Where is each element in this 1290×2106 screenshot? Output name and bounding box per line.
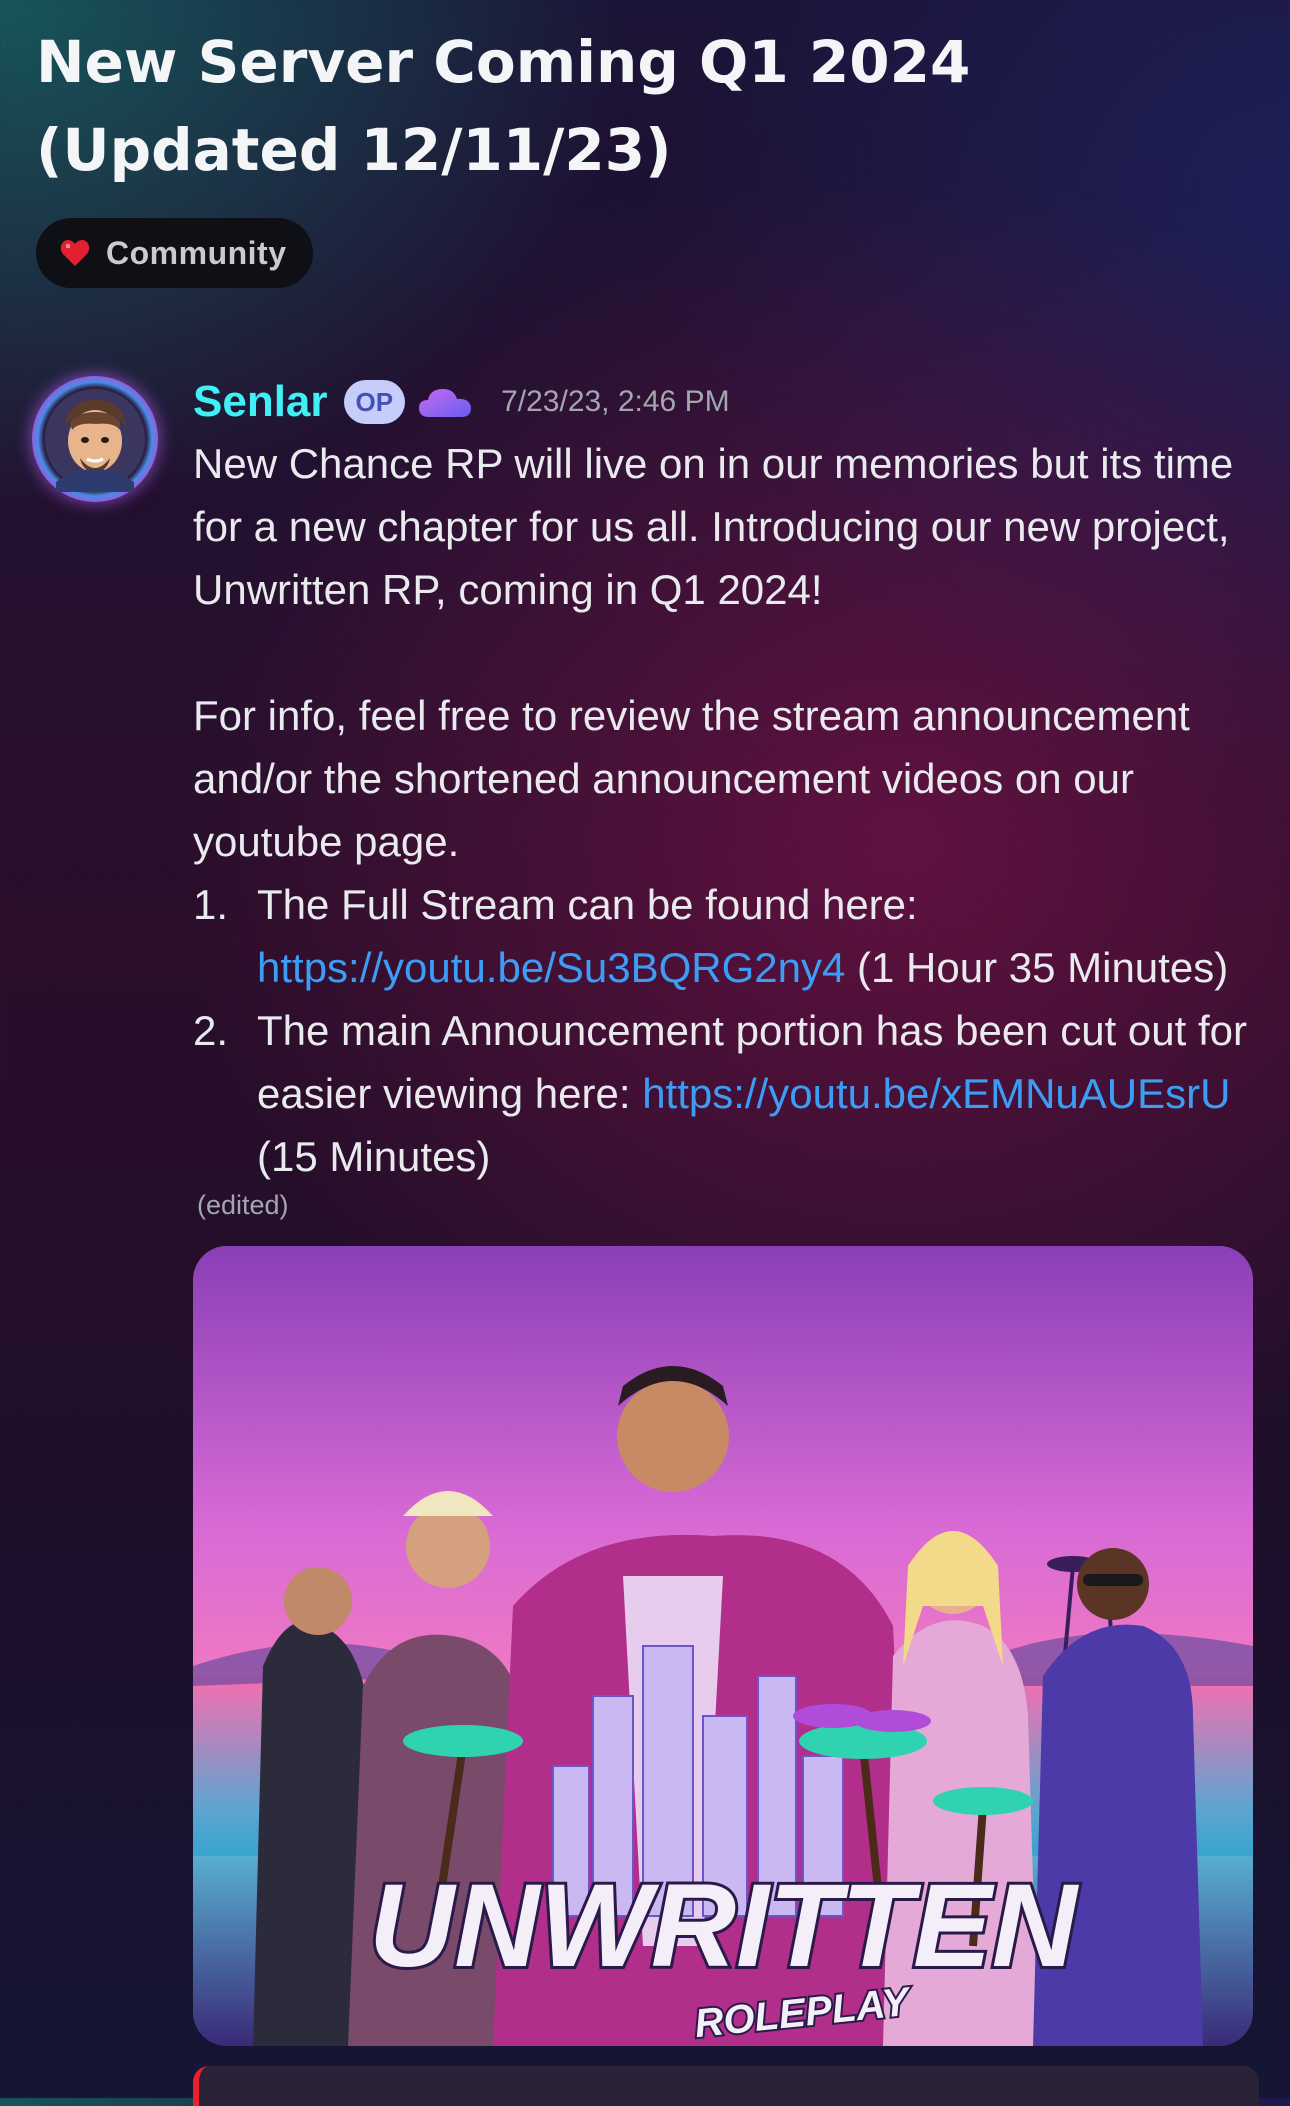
- thread-title-line-1: New Server Coming Q1 2024: [36, 28, 971, 96]
- message-header: Senlar OP 7/23/23, 2:46 PM: [193, 372, 730, 432]
- image-attachment[interactable]: UNWRITTEN ROLEPLAY: [193, 1246, 1253, 2046]
- logo-text: UNWRITTEN: [369, 1860, 1080, 1992]
- thread-title-line-2: (Updated 12/11/23): [36, 116, 672, 184]
- list-item: 2. The main Announcement portion has been…: [193, 999, 1253, 1188]
- message-content: New Chance RP will live on in our memori…: [193, 432, 1253, 1188]
- full-stream-link[interactable]: https://youtu.be/Su3BQRG2ny4: [257, 944, 845, 991]
- link-embed-preview[interactable]: [193, 2066, 1259, 2106]
- thread-title: New Server Coming Q1 2024 (Updated 12/11…: [36, 18, 1256, 194]
- list-item-suffix: (15 Minutes): [257, 1133, 491, 1180]
- author-name[interactable]: Senlar: [193, 377, 328, 427]
- list-number: 1.: [193, 881, 229, 928]
- message-paragraph-2: For info, feel free to review the stream…: [193, 692, 1190, 865]
- link-list: 1. The Full Stream can be found here: htt…: [193, 873, 1253, 1188]
- list-number: 2.: [193, 1007, 229, 1054]
- list-item-suffix: (1 Hour 35 Minutes): [845, 944, 1229, 991]
- list-item: 1. The Full Stream can be found here: htt…: [193, 873, 1253, 999]
- heart-icon: [60, 239, 90, 267]
- message-timestamp: 7/23/23, 2:46 PM: [501, 385, 730, 418]
- tag-label: Community: [106, 234, 287, 271]
- forum-tag-community[interactable]: Community: [36, 218, 313, 288]
- message-paragraph-1: New Chance RP will live on in our memori…: [193, 440, 1234, 613]
- cloud-icon: [419, 389, 472, 417]
- avatar[interactable]: [32, 376, 158, 502]
- op-badge: OP: [343, 380, 406, 424]
- list-item-text: The Full Stream can be found here:: [257, 881, 918, 928]
- edited-label: (edited): [197, 1190, 289, 1220]
- announcement-link[interactable]: https://youtu.be/xEMNuAUEsrU: [642, 1070, 1230, 1117]
